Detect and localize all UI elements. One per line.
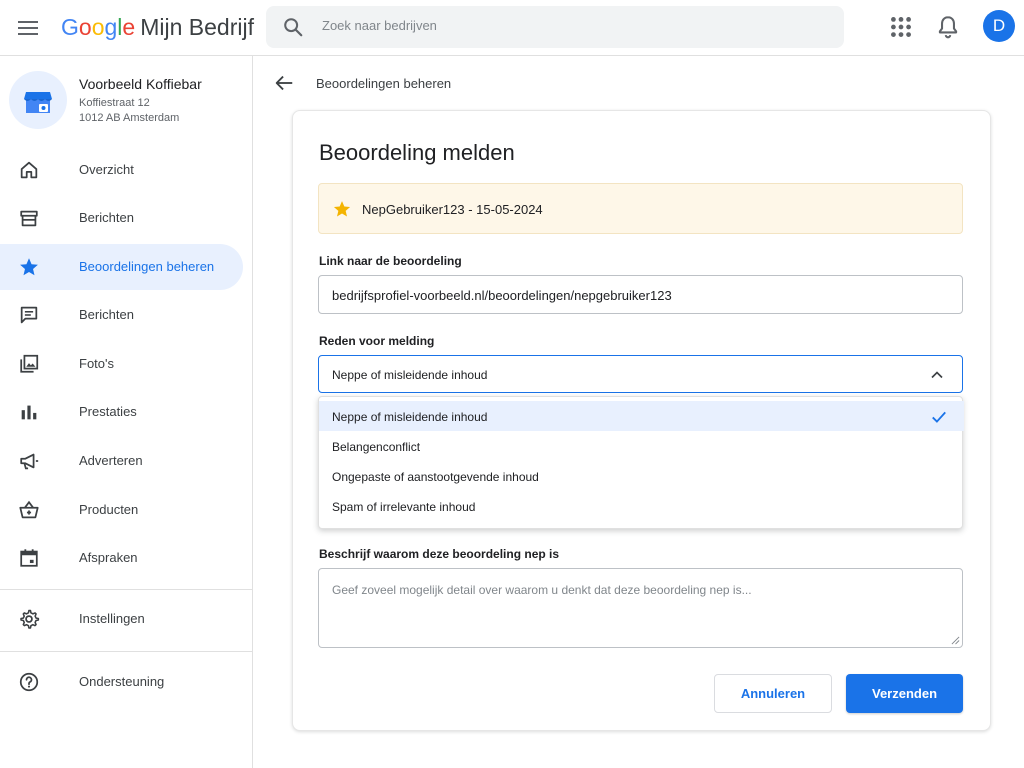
gear-icon <box>20 609 40 629</box>
reason-option[interactable]: Neppe of misleidende inhoud <box>319 401 964 431</box>
calendar-icon <box>20 549 38 567</box>
reason-option-label: Spam of irrelevante inhoud <box>332 500 476 514</box>
description-placeholder: Geef zoveel mogelijk detail over waarom … <box>332 583 752 597</box>
sidebar-item-label: Adverteren <box>79 453 143 468</box>
sidebar-item-performance[interactable]: Prestaties <box>0 389 243 435</box>
sidebar-item-messages[interactable]: Berichten <box>0 195 243 241</box>
sidebar-divider <box>0 651 253 652</box>
resize-handle-icon[interactable] <box>951 636 960 645</box>
reason-option-label: Ongepaste of aanstootgevende inhoud <box>332 470 539 484</box>
review-author-date: NepGebruiker123 - 15-05-2024 <box>362 202 543 217</box>
sidebar-item-label: Producten <box>79 502 139 517</box>
reason-select[interactable]: Neppe of misleidende inhoud <box>318 355 963 393</box>
sidebar-item-label: Overzicht <box>79 162 134 177</box>
page-title: Beoordeling melden <box>319 140 515 165</box>
cancel-button[interactable]: Annuleren <box>714 674 832 713</box>
reason-field-label: Reden voor melding <box>319 334 435 348</box>
business-address-line: Koffiestraat 12 <box>79 97 150 109</box>
logo-letter: o <box>91 14 105 40</box>
menu-icon[interactable] <box>16 16 40 40</box>
submit-button[interactable]: Verzenden <box>846 674 963 713</box>
account-avatar[interactable]: D <box>983 10 1015 42</box>
sidebar-item-settings[interactable]: Instellingen <box>0 596 243 642</box>
star-icon <box>20 258 38 276</box>
chevron-up-icon <box>931 371 943 379</box>
reason-option[interactable]: Ongepaste of aanstootgevende inhoud <box>319 461 964 491</box>
reason-option[interactable]: Belangenconflict <box>319 431 964 461</box>
bar-chart-icon <box>21 405 37 420</box>
logo-letter: g <box>104 14 118 40</box>
search-icon <box>284 18 303 37</box>
sidebar-item-label: Beoordelingen beheren <box>79 259 215 274</box>
logo-letter: o <box>78 14 92 40</box>
review-summary: NepGebruiker123 - 15-05-2024 <box>318 183 963 234</box>
storefront-icon <box>20 210 38 227</box>
review-link-value: bedrijfsprofiel-voorbeeld.nl/beoordeling… <box>332 288 672 303</box>
sidebar-item-label: Instellingen <box>79 611 145 626</box>
sidebar-item-overview[interactable]: Overzicht <box>0 147 243 193</box>
apps-grid-icon[interactable] <box>888 14 914 40</box>
sidebar-divider <box>0 589 253 590</box>
search-placeholder: Zoek naar bedrijven <box>322 18 437 33</box>
logo-letter: e <box>122 14 136 40</box>
top-app-bar: Google Mijn Bedrijf Zoek naar bedrijven D <box>0 0 1024 56</box>
reason-select-value: Neppe of misleidende inhoud <box>332 368 488 382</box>
reason-option-label: Neppe of misleidende inhoud <box>332 410 488 424</box>
sidebar-item-label: Afspraken <box>79 550 138 565</box>
search-input[interactable]: Zoek naar bedrijven <box>266 6 844 48</box>
reason-option-label: Belangenconflict <box>332 440 421 454</box>
star-icon <box>333 201 351 217</box>
storefront-logo-icon <box>24 92 52 113</box>
breadcrumb: Beoordelingen beheren <box>316 76 452 91</box>
product-name: Mijn Bedrijf <box>140 14 254 40</box>
review-link-input[interactable]: bedrijfsprofiel-voorbeeld.nl/beoordeling… <box>318 275 963 314</box>
sidebar-item-label: Berichten <box>79 210 134 225</box>
check-icon <box>932 411 946 423</box>
home-icon <box>20 161 38 179</box>
basket-icon <box>19 500 39 519</box>
sidebar: Voorbeeld Koffiebar Koffiestraat 12 1012… <box>0 56 253 768</box>
business-name: Voorbeeld Koffiebar <box>79 76 202 92</box>
sidebar-item-advertising[interactable]: Adverteren <box>0 438 243 484</box>
sidebar-item-label: Berichten <box>79 307 134 322</box>
megaphone-icon <box>20 453 39 470</box>
sidebar-item-label: Ondersteuning <box>79 674 165 689</box>
photos-icon <box>20 354 39 373</box>
sidebar-item-products[interactable]: Producten <box>0 487 243 533</box>
sidebar-item-appointments[interactable]: Afspraken <box>0 535 243 581</box>
back-arrow-icon[interactable] <box>273 72 295 94</box>
sidebar-item-label: Prestaties <box>79 404 137 419</box>
sidebar-item-posts[interactable]: Berichten <box>0 292 243 338</box>
bell-icon[interactable] <box>935 14 961 40</box>
sidebar-item-reviews[interactable]: Beoordelingen beheren <box>0 244 243 290</box>
business-avatar <box>9 71 67 129</box>
sidebar-item-support[interactable]: Ondersteuning <box>0 659 243 705</box>
chat-icon <box>20 306 38 324</box>
sidebar-item-label: Foto's <box>79 356 114 371</box>
description-textarea[interactable]: Geef zoveel mogelijk detail over waarom … <box>318 568 963 648</box>
link-field-label: Link naar de beoordeling <box>319 254 462 268</box>
reason-dropdown-menu: Neppe of misleidende inhoud Belangenconf… <box>318 396 964 529</box>
app-logo[interactable]: Google Mijn Bedrijf <box>61 12 254 42</box>
logo-letter: G <box>61 14 79 40</box>
reason-option[interactable]: Spam of irrelevante inhoud <box>319 491 964 521</box>
business-address-line: 1012 AB Amsterdam <box>79 112 180 124</box>
description-field-label: Beschrijf waarom deze beoordeling nep is <box>319 547 560 561</box>
help-icon <box>19 672 39 692</box>
sidebar-item-photos[interactable]: Foto's <box>0 341 243 387</box>
